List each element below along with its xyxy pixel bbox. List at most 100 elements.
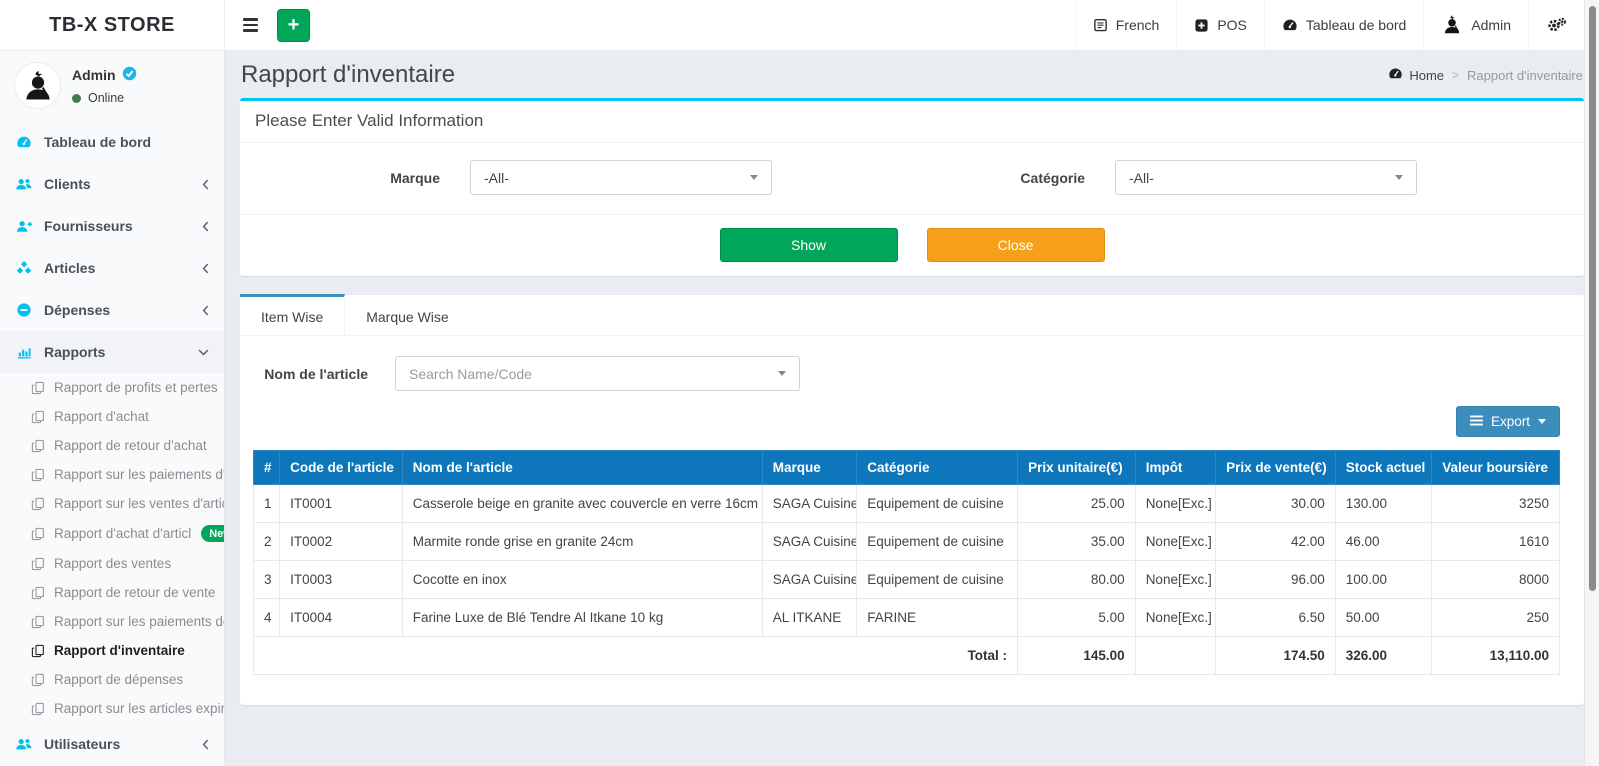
inventory-table-wrap: #Code de l'articleNom de l'articleMarque…: [253, 450, 1560, 675]
sidebar-subitem-label: Rapport d'achat d'articl: [54, 526, 191, 541]
sidebar-item-clients[interactable]: Clients: [0, 163, 224, 205]
table-row[interactable]: 1IT0001Casserole beige en granite avec c…: [254, 485, 1560, 523]
sidebar-item-articles[interactable]: Articles: [0, 247, 224, 289]
sidebar-item-tableau-de-bord[interactable]: Tableau de bord: [0, 121, 224, 163]
column-header: Code de l'article: [280, 451, 403, 485]
sidebar-subitem-rapport-d-achat[interactable]: Rapport d'achat: [0, 402, 224, 431]
table-cell: 80.00: [1018, 561, 1136, 599]
marque-select[interactable]: -All-: [470, 160, 772, 195]
table-cell: Equipement de cuisine: [857, 485, 1018, 523]
column-header: Catégorie: [857, 451, 1018, 485]
online-status-label: Online: [88, 91, 124, 105]
report-copy-icon: [31, 673, 45, 687]
export-button[interactable]: Export: [1456, 406, 1560, 437]
total-value: 174.50: [1216, 637, 1336, 675]
column-header: #: [254, 451, 280, 485]
sidebar-subitem-label: Rapport d'achat: [54, 409, 149, 424]
table-cell: 1610: [1432, 523, 1560, 561]
sidebar-subitem-rapport-sur-les-paiements-d-ach[interactable]: Rapport sur les paiements d'ach: [0, 460, 224, 489]
sidebar-item-utilisateurs[interactable]: Utilisateurs: [0, 723, 224, 765]
sidebar-subitem-rapport-des-ventes[interactable]: Rapport des ventes: [0, 549, 224, 578]
close-button[interactable]: Close: [927, 228, 1105, 262]
window-scrollbar-thumb[interactable]: [1589, 6, 1596, 591]
user-name: Admin: [72, 67, 116, 83]
report-copy-icon: [31, 644, 45, 658]
tab-item-wise[interactable]: Item Wise: [240, 294, 345, 335]
language-book-icon: [1093, 18, 1108, 33]
sidebar-menu: Tableau de bordClients Fournisseurs Articl…: [0, 121, 224, 765]
sidebar-subitem-rapport-d-achat-d-articl[interactable]: Rapport d'achat d'articlNew: [0, 518, 224, 549]
sidebar-item-fournisseurs[interactable]: Fournisseurs: [0, 205, 224, 247]
plus-icon: +: [288, 15, 300, 35]
column-header: Stock actuel: [1335, 451, 1432, 485]
app-window: TB-X STORE + French POS Tableau de bord …: [0, 0, 1599, 766]
sidebar-subitem-rapport-de-profits-et-pertes[interactable]: Rapport de profits et pertes: [0, 373, 224, 402]
table-cell: None[Exc.]: [1135, 561, 1215, 599]
tab-marque-wise[interactable]: Marque Wise: [345, 295, 469, 335]
cubes-icon: [15, 261, 33, 276]
nav-dashboard[interactable]: Tableau de bord: [1264, 0, 1423, 50]
item-search-select[interactable]: Search Name/Code: [395, 356, 800, 391]
table-cell: IT0003: [280, 561, 403, 599]
table-row[interactable]: 2IT0002Marmite ronde grise en granite 24…: [254, 523, 1560, 561]
report-copy-icon: [31, 527, 45, 541]
breadcrumb-home-label: Home: [1409, 68, 1444, 83]
sidebar-subitem-rapport-de-retour-de-vente[interactable]: Rapport de retour de vente: [0, 578, 224, 607]
navbar-left: +: [225, 0, 310, 50]
export-button-label: Export: [1491, 414, 1530, 429]
sidebar-item-rapports[interactable]: Rapports: [0, 331, 224, 373]
sidebar-item-label: Fournisseurs: [44, 218, 133, 234]
table-header-row: #Code de l'articleNom de l'articleMarque…: [254, 451, 1560, 485]
nav-user-menu[interactable]: Admin: [1423, 0, 1528, 50]
breadcrumb-home[interactable]: Home: [1388, 66, 1444, 84]
total-value: [1135, 637, 1215, 675]
filter-panel-heading: Please Enter Valid Information: [240, 101, 1584, 143]
plus-square-icon: [1194, 18, 1209, 33]
sidebar-item-label: Utilisateurs: [44, 736, 120, 752]
chevron-down-icon: [778, 371, 786, 376]
column-header: Prix unitaire(€): [1018, 451, 1136, 485]
sidebar-subitem-rapport-sur-les-paiements-des-v[interactable]: Rapport sur les paiements des v: [0, 607, 224, 636]
sidebar-subitem-rapport-sur-les-ventes-d-articles[interactable]: Rapport sur les ventes d'articles: [0, 489, 224, 518]
show-button[interactable]: Show: [720, 228, 898, 262]
reports-submenu: Rapport de profits et pertes Rapport d'ac…: [0, 373, 224, 723]
nav-pos[interactable]: POS: [1176, 0, 1264, 50]
sidebar-subitem-rapport-d-inventaire[interactable]: Rapport d'inventaire: [0, 636, 224, 665]
export-row: Export: [240, 393, 1584, 450]
table-cell: Marmite ronde grise en granite 24cm: [402, 523, 762, 561]
sidebar-subitem-label: Rapport sur les paiements des v: [54, 614, 224, 629]
filter-actions: Show Close: [240, 214, 1584, 276]
table-row[interactable]: 4IT0004Farine Luxe de Blé Tendre Al Itka…: [254, 599, 1560, 637]
sidebar-item-label: Articles: [44, 260, 95, 276]
table-cell: 8000: [1432, 561, 1560, 599]
sidebar-subitem-rapport-de-d-penses[interactable]: Rapport de dépenses: [0, 665, 224, 694]
body-row: Admin Online Tableau de bordClients Fourn…: [0, 51, 1599, 766]
sidebar-subitem-label: Rapport de retour de vente: [54, 585, 215, 600]
quick-add-button[interactable]: +: [277, 9, 310, 42]
table-row[interactable]: 3IT0003Cocotte en inoxSAGA CuisineEquipe…: [254, 561, 1560, 599]
filter-form: Marque -All- Catégorie -All-: [240, 143, 1584, 214]
table-cell: 35.00: [1018, 523, 1136, 561]
report-copy-icon: [31, 702, 45, 716]
nav-settings[interactable]: [1528, 0, 1584, 50]
sidebar-item-d-penses[interactable]: Dépenses: [0, 289, 224, 331]
sidebar-toggle-icon[interactable]: [239, 14, 262, 35]
table-cell: None[Exc.]: [1135, 485, 1215, 523]
navbar-right: French POS Tableau de bord Admin: [1075, 0, 1584, 50]
table-cell: 4: [254, 599, 280, 637]
brand-logo[interactable]: TB-X STORE: [0, 0, 225, 50]
window-scrollbar-track[interactable]: [1584, 0, 1599, 766]
nav-user-label: Admin: [1471, 17, 1511, 33]
categorie-select[interactable]: -All-: [1115, 160, 1417, 195]
chevron-down-icon: [198, 349, 209, 356]
table-cell: 96.00: [1216, 561, 1336, 599]
column-header: Prix de vente(€): [1216, 451, 1336, 485]
item-search-placeholder: Search Name/Code: [409, 366, 532, 382]
sidebar-subitem-rapport-sur-les-articles-expir-s[interactable]: Rapport sur les articles expirés: [0, 694, 224, 723]
gears-icon: [1546, 17, 1567, 34]
nav-language-french[interactable]: French: [1075, 0, 1177, 50]
report-copy-icon: [31, 439, 45, 453]
breadcrumb: Home > Rapport d'inventaire: [1388, 66, 1583, 84]
column-header: Impôt: [1135, 451, 1215, 485]
sidebar-subitem-rapport-de-retour-d-achat[interactable]: Rapport de retour d'achat: [0, 431, 224, 460]
